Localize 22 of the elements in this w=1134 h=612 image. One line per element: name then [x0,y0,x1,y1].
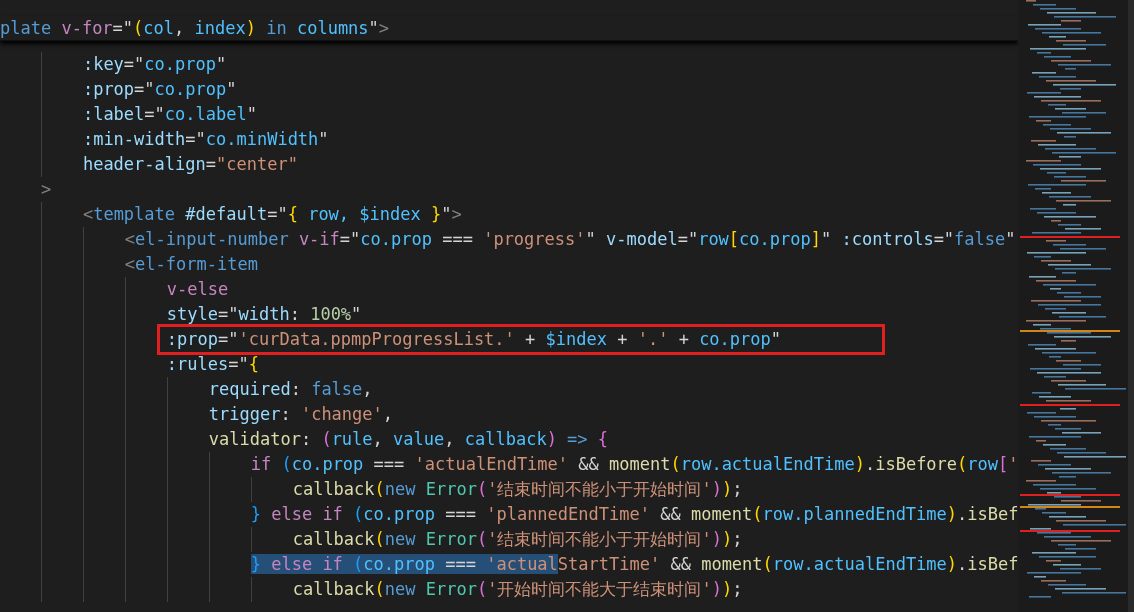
code-line: } else if (co.prop === 'actualStartTime' && moment(row.actualEndTime).isBef [0,552,1019,577]
code-line: callback(new Error('结束时间不能小于开始时间')); [0,477,743,502]
code-line: :prop="co.prop" [0,77,237,102]
code-line: :min-width="co.minWidth" [0,127,329,152]
code-line: :label="co.label" [0,102,257,127]
code-line: v-else [0,277,229,302]
code-line: header-align="center" [0,152,298,177]
code-line: required: false, [0,377,373,402]
code-line: <template #default="{ row, $index }"> [0,202,462,227]
code-line: validator: (rule, value, callback) => { [0,427,609,452]
code-line: callback(new Error('开始时间不能大于结束时间')); [0,577,743,602]
code-line: trigger: 'change', [0,402,394,427]
code-line: :prop="'curData.ppmpProgressList.' + $index + '.' + co.prop" [0,327,782,352]
code-line: :key="co.prop" [0,52,227,77]
code-line: if (co.prop === 'actualEndTime' && moment(row.actualEndTime).isBefore(row[' [0,452,1019,477]
code-line: } else if (co.prop === 'plannedEndTime' && moment(row.plannedEndTime).isBef [0,502,1019,527]
code-line: <el-form-item [0,252,258,277]
code-line: :rules="{ [0,352,259,377]
code-line: <el-input-number v-if="co.prop === 'progress'" v-model="row[co.prop]" :controls="false" [0,227,1016,252]
code-line: callback(new Error('结束时间不能小于开始时间')); [0,527,743,552]
code-line: style="width: 100%" [0,302,362,327]
code-line: > [39,178,52,201]
